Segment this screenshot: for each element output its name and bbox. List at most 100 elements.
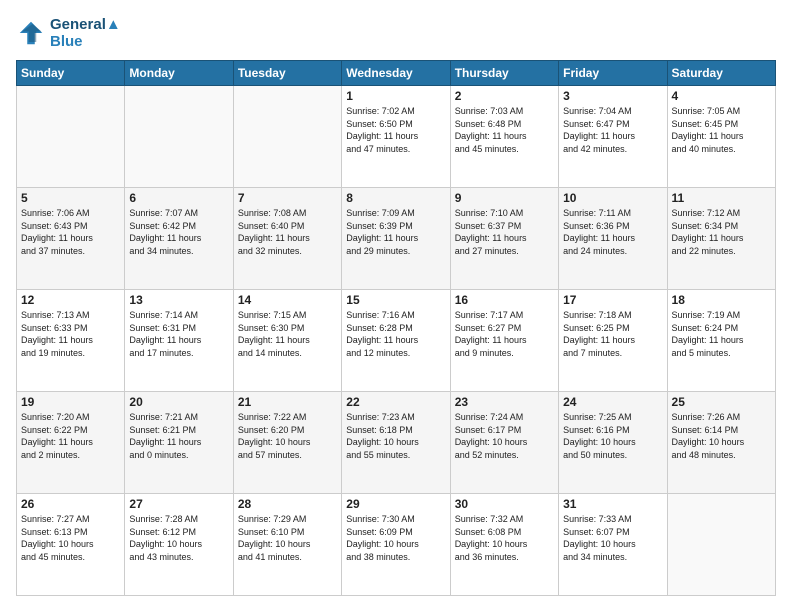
page: General▲ Blue SundayMondayTuesdayWednesd… (0, 0, 792, 612)
day-number: 9 (455, 191, 554, 205)
day-info: Sunrise: 7:29 AM Sunset: 6:10 PM Dayligh… (238, 513, 337, 563)
day-cell: 4 Sunrise: 7:05 AM Sunset: 6:45 PM Daylig… (667, 86, 775, 188)
day-info: Sunrise: 7:02 AM Sunset: 6:50 PM Dayligh… (346, 105, 445, 155)
day-cell: 6 Sunrise: 7:07 AM Sunset: 6:42 PM Daylig… (125, 188, 233, 290)
day-info: Sunrise: 7:09 AM Sunset: 6:39 PM Dayligh… (346, 207, 445, 257)
day-cell: 30Sunrise: 7:32 AM Sunset: 6:08 PM Dayli… (450, 494, 558, 596)
logo-icon (16, 18, 46, 48)
day-cell (667, 494, 775, 596)
day-number: 1 (346, 89, 445, 103)
day-cell: 27 Sunrise: 7:28 AM Sunset: 6:12 PM Dayli… (125, 494, 233, 596)
day-info: Sunrise: 7:03 AM Sunset: 6:48 PM Dayligh… (455, 105, 554, 155)
day-number: 27 (129, 497, 228, 511)
day-info: Sunrise: 7:19 AM Sunset: 6:24 PM Dayligh… (672, 309, 771, 359)
day-info: Sunrise: 7:13 AM Sunset: 6:33 PM Dayligh… (21, 309, 120, 359)
day-number: 17 (563, 293, 662, 307)
day-number: 23 (455, 395, 554, 409)
weekday-monday: Monday (125, 61, 233, 86)
logo: General▲ Blue (16, 16, 121, 50)
week-row-4: 19Sunrise: 7:20 AM Sunset: 6:22 PM Dayli… (17, 392, 776, 494)
day-info: Sunrise: 7:28 AM Sunset: 6:12 PM Dayligh… (129, 513, 228, 563)
day-cell: 11 Sunrise: 7:12 AM Sunset: 6:34 PM Dayli… (667, 188, 775, 290)
weekday-header-row: SundayMondayTuesdayWednesdayThursdayFrid… (17, 61, 776, 86)
week-row-3: 12 Sunrise: 7:13 AM Sunset: 6:33 PM Dayli… (17, 290, 776, 392)
day-cell: 2 Sunrise: 7:03 AM Sunset: 6:48 PM Daylig… (450, 86, 558, 188)
day-cell: 8 Sunrise: 7:09 AM Sunset: 6:39 PM Daylig… (342, 188, 450, 290)
day-info: Sunrise: 7:25 AM Sunset: 6:16 PM Dayligh… (563, 411, 662, 461)
day-cell: 9 Sunrise: 7:10 AM Sunset: 6:37 PM Daylig… (450, 188, 558, 290)
day-info: Sunrise: 7:10 AM Sunset: 6:37 PM Dayligh… (455, 207, 554, 257)
header: General▲ Blue (16, 16, 776, 50)
day-cell: 19Sunrise: 7:20 AM Sunset: 6:22 PM Dayli… (17, 392, 125, 494)
day-number: 18 (672, 293, 771, 307)
weekday-saturday: Saturday (667, 61, 775, 86)
day-number: 22 (346, 395, 445, 409)
day-cell: 3Sunrise: 7:04 AM Sunset: 6:47 PM Daylig… (559, 86, 667, 188)
day-info: Sunrise: 7:15 AM Sunset: 6:30 PM Dayligh… (238, 309, 337, 359)
day-number: 11 (672, 191, 771, 205)
day-number: 20 (129, 395, 228, 409)
day-info: Sunrise: 7:16 AM Sunset: 6:28 PM Dayligh… (346, 309, 445, 359)
day-info: Sunrise: 7:20 AM Sunset: 6:22 PM Dayligh… (21, 411, 120, 461)
weekday-sunday: Sunday (17, 61, 125, 86)
day-number: 6 (129, 191, 228, 205)
day-cell: 21 Sunrise: 7:22 AM Sunset: 6:20 PM Dayli… (233, 392, 341, 494)
day-number: 25 (672, 395, 771, 409)
day-info: Sunrise: 7:05 AM Sunset: 6:45 PM Dayligh… (672, 105, 771, 155)
day-info: Sunrise: 7:22 AM Sunset: 6:20 PM Dayligh… (238, 411, 337, 461)
logo-text: General▲ Blue (50, 16, 121, 50)
day-info: Sunrise: 7:08 AM Sunset: 6:40 PM Dayligh… (238, 207, 337, 257)
day-info: Sunrise: 7:32 AM Sunset: 6:08 PM Dayligh… (455, 513, 554, 563)
calendar-table: SundayMondayTuesdayWednesdayThursdayFrid… (16, 60, 776, 596)
day-number: 10 (563, 191, 662, 205)
day-cell (17, 86, 125, 188)
day-info: Sunrise: 7:23 AM Sunset: 6:18 PM Dayligh… (346, 411, 445, 461)
day-cell: 1 Sunrise: 7:02 AM Sunset: 6:50 PM Daylig… (342, 86, 450, 188)
day-cell: 22 Sunrise: 7:23 AM Sunset: 6:18 PM Dayli… (342, 392, 450, 494)
day-info: Sunrise: 7:18 AM Sunset: 6:25 PM Dayligh… (563, 309, 662, 359)
day-number: 21 (238, 395, 337, 409)
day-number: 7 (238, 191, 337, 205)
weekday-friday: Friday (559, 61, 667, 86)
day-number: 2 (455, 89, 554, 103)
day-info: Sunrise: 7:33 AM Sunset: 6:07 PM Dayligh… (563, 513, 662, 563)
week-row-2: 5Sunrise: 7:06 AM Sunset: 6:43 PM Daylig… (17, 188, 776, 290)
day-info: Sunrise: 7:17 AM Sunset: 6:27 PM Dayligh… (455, 309, 554, 359)
day-cell: 26Sunrise: 7:27 AM Sunset: 6:13 PM Dayli… (17, 494, 125, 596)
day-number: 16 (455, 293, 554, 307)
day-cell: 20Sunrise: 7:21 AM Sunset: 6:21 PM Dayli… (125, 392, 233, 494)
day-cell: 7 Sunrise: 7:08 AM Sunset: 6:40 PM Daylig… (233, 188, 341, 290)
weekday-thursday: Thursday (450, 61, 558, 86)
day-info: Sunrise: 7:14 AM Sunset: 6:31 PM Dayligh… (129, 309, 228, 359)
day-number: 15 (346, 293, 445, 307)
day-cell: 15 Sunrise: 7:16 AM Sunset: 6:28 PM Dayli… (342, 290, 450, 392)
day-info: Sunrise: 7:06 AM Sunset: 6:43 PM Dayligh… (21, 207, 120, 257)
day-number: 8 (346, 191, 445, 205)
day-number: 3 (563, 89, 662, 103)
day-number: 12 (21, 293, 120, 307)
day-info: Sunrise: 7:07 AM Sunset: 6:42 PM Dayligh… (129, 207, 228, 257)
day-number: 4 (672, 89, 771, 103)
day-cell: 18 Sunrise: 7:19 AM Sunset: 6:24 PM Dayli… (667, 290, 775, 392)
day-cell: 13Sunrise: 7:14 AM Sunset: 6:31 PM Dayli… (125, 290, 233, 392)
day-cell: 28 Sunrise: 7:29 AM Sunset: 6:10 PM Dayli… (233, 494, 341, 596)
day-cell: 14Sunrise: 7:15 AM Sunset: 6:30 PM Dayli… (233, 290, 341, 392)
day-cell: 16 Sunrise: 7:17 AM Sunset: 6:27 PM Dayli… (450, 290, 558, 392)
day-cell: 31 Sunrise: 7:33 AM Sunset: 6:07 PM Dayli… (559, 494, 667, 596)
day-cell: 29 Sunrise: 7:30 AM Sunset: 6:09 PM Dayli… (342, 494, 450, 596)
day-info: Sunrise: 7:30 AM Sunset: 6:09 PM Dayligh… (346, 513, 445, 563)
day-cell: 23 Sunrise: 7:24 AM Sunset: 6:17 PM Dayli… (450, 392, 558, 494)
day-cell (125, 86, 233, 188)
day-cell: 24 Sunrise: 7:25 AM Sunset: 6:16 PM Dayli… (559, 392, 667, 494)
day-number: 31 (563, 497, 662, 511)
day-cell: 17 Sunrise: 7:18 AM Sunset: 6:25 PM Dayli… (559, 290, 667, 392)
day-number: 24 (563, 395, 662, 409)
day-cell: 12 Sunrise: 7:13 AM Sunset: 6:33 PM Dayli… (17, 290, 125, 392)
day-number: 29 (346, 497, 445, 511)
day-number: 26 (21, 497, 120, 511)
day-number: 28 (238, 497, 337, 511)
day-info: Sunrise: 7:24 AM Sunset: 6:17 PM Dayligh… (455, 411, 554, 461)
day-cell (233, 86, 341, 188)
day-info: Sunrise: 7:12 AM Sunset: 6:34 PM Dayligh… (672, 207, 771, 257)
weekday-tuesday: Tuesday (233, 61, 341, 86)
